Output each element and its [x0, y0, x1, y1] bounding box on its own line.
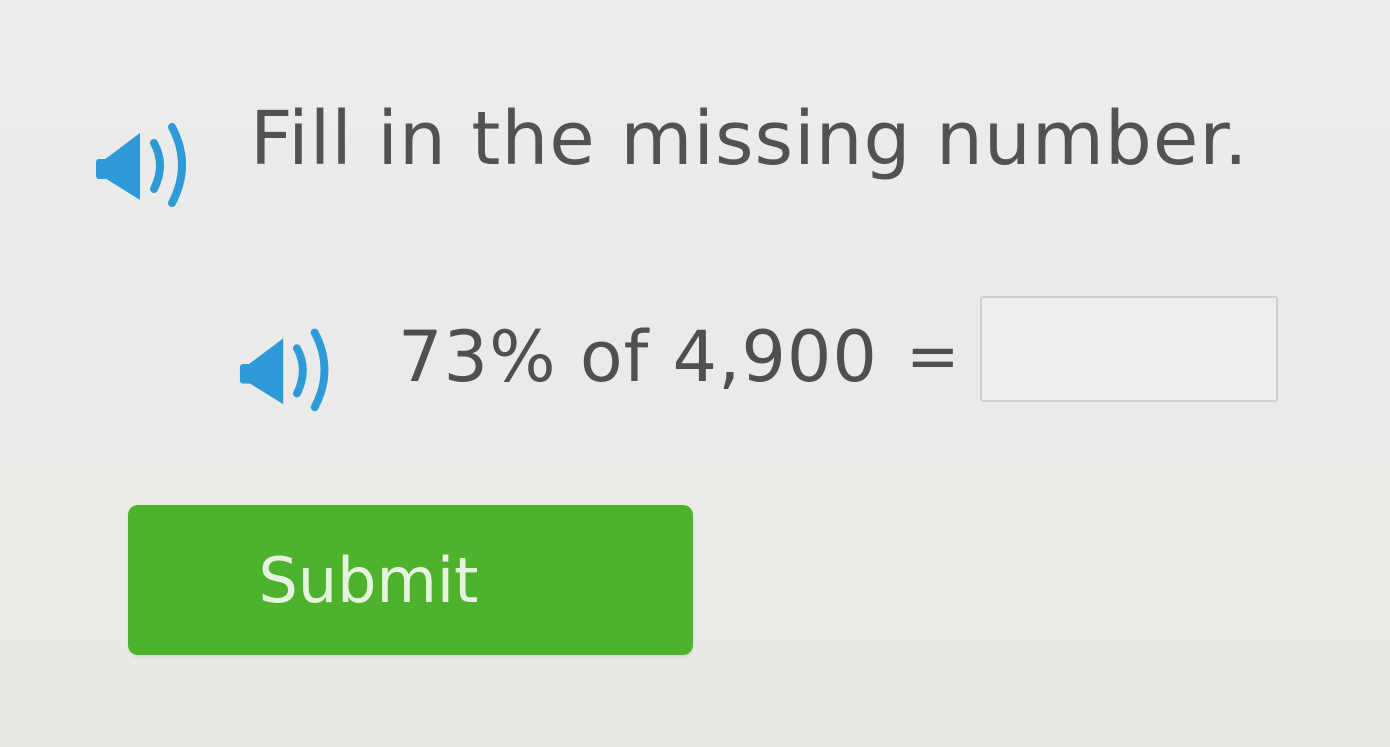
problem-expression: 73% of 4,900: [398, 316, 878, 398]
speaker-icon[interactable]: [236, 310, 354, 415]
answer-input[interactable]: [980, 296, 1278, 402]
equals-sign: =: [905, 320, 960, 394]
submit-button-label: Submit: [258, 543, 479, 617]
math-problem: 73% of 4,900 =: [398, 322, 960, 392]
question-instruction: Fill in the missing number.: [250, 96, 1249, 182]
practice-question-area: Fill in the missing number. 73% of 4,900…: [0, 0, 1390, 747]
submit-button[interactable]: Submit: [128, 505, 693, 655]
speaker-icon[interactable]: [92, 105, 212, 210]
